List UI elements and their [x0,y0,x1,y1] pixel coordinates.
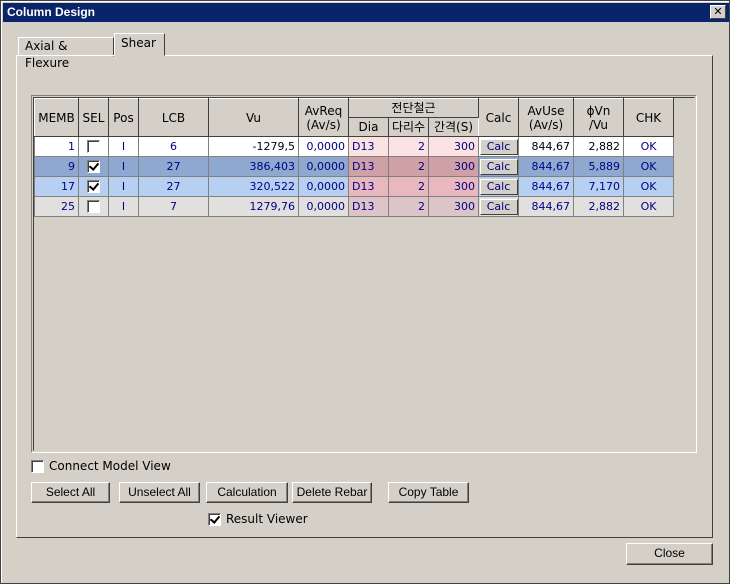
cell-spacing[interactable]: 300 [428,136,479,157]
header-avreq: AvReq (Av/s) [298,98,349,137]
cell-legs[interactable]: 2 [388,136,429,157]
unselect-all-button[interactable]: Unselect All [119,482,200,503]
cell-spacing[interactable]: 300 [428,156,479,177]
select-checkbox[interactable] [87,200,100,214]
close-window-icon[interactable]: ✕ [710,5,726,19]
result-viewer-option[interactable]: Result Viewer [208,512,308,526]
table-row[interactable]: 25 I 7 1279,76 0,0000 D13 2 300 Calc 844… [34,196,674,217]
header-vu: Vu [208,98,299,137]
cell-memb: 25 [34,196,79,217]
title-bar: Column Design ✕ [3,3,729,22]
cell-pos: I [108,176,139,197]
cell-sel[interactable] [78,176,109,197]
header-pos: Pos [108,98,139,137]
cell-pos: I [108,196,139,217]
header-chk: CHK [623,98,674,137]
header-avuse: AvUse (Av/s) [518,98,574,137]
calc-button[interactable]: Calc [479,158,518,175]
cell-memb: 9 [34,156,79,177]
column-design-window: Column Design ✕ Axial & Flexure Shear ME… [0,0,730,584]
cell-dia[interactable]: D13 [348,136,389,157]
cell-avuse: 844,67 [518,136,574,157]
header-sel: SEL [78,98,109,137]
header-spacing: 간격(S) [428,117,479,137]
table-row[interactable]: 9 I 27 386,403 0,0000 D13 2 300 Calc 844… [34,156,674,177]
select-checkbox[interactable] [87,160,100,174]
shear-design-grid: MEMB SEL Pos LCB Vu AvReq (Av/s) 전단철근 Ca… [31,95,697,453]
cell-calc: Calc [478,136,519,157]
cell-vu: 386,403 [208,156,299,177]
header-phivn-vu: ϕVn /Vu [573,98,624,137]
cell-avreq: 0,0000 [298,156,349,177]
table-row[interactable]: 17 I 27 320,522 0,0000 D13 2 300 Calc 84… [34,176,674,197]
cell-avuse: 844,67 [518,176,574,197]
cell-dia[interactable]: D13 [348,156,389,177]
calculation-button[interactable]: Calculation [206,482,288,503]
cell-vu: -1279,5 [208,136,299,157]
header-memb: MEMB [34,98,79,137]
select-checkbox[interactable] [87,140,100,154]
result-viewer-checkbox[interactable] [208,512,221,526]
cell-legs[interactable]: 2 [388,176,429,197]
cell-dia[interactable]: D13 [348,196,389,217]
header-dia: Dia [348,117,389,137]
cell-sel[interactable] [78,196,109,217]
close-button[interactable]: Close [626,543,713,565]
cell-avreq: 0,0000 [298,136,349,157]
tab-shear[interactable]: Shear [114,33,165,56]
cell-vu: 1279,76 [208,196,299,217]
shear-table: MEMB SEL Pos LCB Vu AvReq (Av/s) 전단철근 Ca… [34,98,674,217]
cell-pos: I [108,136,139,157]
table-row[interactable]: 1 I 6 -1279,5 0,0000 D13 2 300 Calc 844,… [34,136,674,157]
cell-memb: 1 [34,136,79,157]
cell-lcb: 27 [138,176,209,197]
cell-lcb: 7 [138,196,209,217]
cell-avuse: 844,67 [518,156,574,177]
cell-avreq: 0,0000 [298,196,349,217]
cell-avreq: 0,0000 [298,176,349,197]
cell-phivn: 5,889 [573,156,624,177]
calc-button[interactable]: Calc [479,198,518,215]
header-calc: Calc [478,98,519,137]
cell-sel[interactable] [78,156,109,177]
cell-vu: 320,522 [208,176,299,197]
cell-spacing[interactable]: 300 [428,176,479,197]
cell-dia[interactable]: D13 [348,176,389,197]
cell-sel[interactable] [78,136,109,157]
cell-memb: 17 [34,176,79,197]
header-legs: 다리수 [388,117,429,137]
cell-spacing[interactable]: 300 [428,196,479,217]
cell-lcb: 6 [138,136,209,157]
cell-chk: OK [623,196,674,217]
cell-pos: I [108,156,139,177]
cell-legs[interactable]: 2 [388,196,429,217]
header-lcb: LCB [138,98,209,137]
connect-model-view-checkbox[interactable] [31,459,44,473]
calc-button[interactable]: Calc [479,178,518,195]
cell-chk: OK [623,136,674,157]
cell-calc: Calc [478,196,519,217]
cell-chk: OK [623,176,674,197]
calc-button[interactable]: Calc [479,138,518,155]
select-all-button[interactable]: Select All [31,482,110,503]
cell-phivn: 2,882 [573,136,624,157]
copy-table-button[interactable]: Copy Table [388,482,469,503]
cell-calc: Calc [478,176,519,197]
cell-legs[interactable]: 2 [388,156,429,177]
cell-calc: Calc [478,156,519,177]
header-shear-rebar: 전단철근 [348,98,479,118]
delete-rebar-button[interactable]: Delete Rebar [292,482,372,503]
cell-lcb: 27 [138,156,209,177]
cell-avuse: 844,67 [518,196,574,217]
cell-phivn: 2,882 [573,196,624,217]
tab-axial-flexure[interactable]: Axial & Flexure [18,37,114,70]
cell-chk: OK [623,156,674,177]
connect-model-view-option[interactable]: Connect Model View [31,459,171,473]
connect-model-view-label: Connect Model View [49,459,171,473]
cell-phivn: 7,170 [573,176,624,197]
select-checkbox[interactable] [87,180,100,194]
window-title: Column Design [7,5,96,19]
result-viewer-label: Result Viewer [226,512,308,526]
